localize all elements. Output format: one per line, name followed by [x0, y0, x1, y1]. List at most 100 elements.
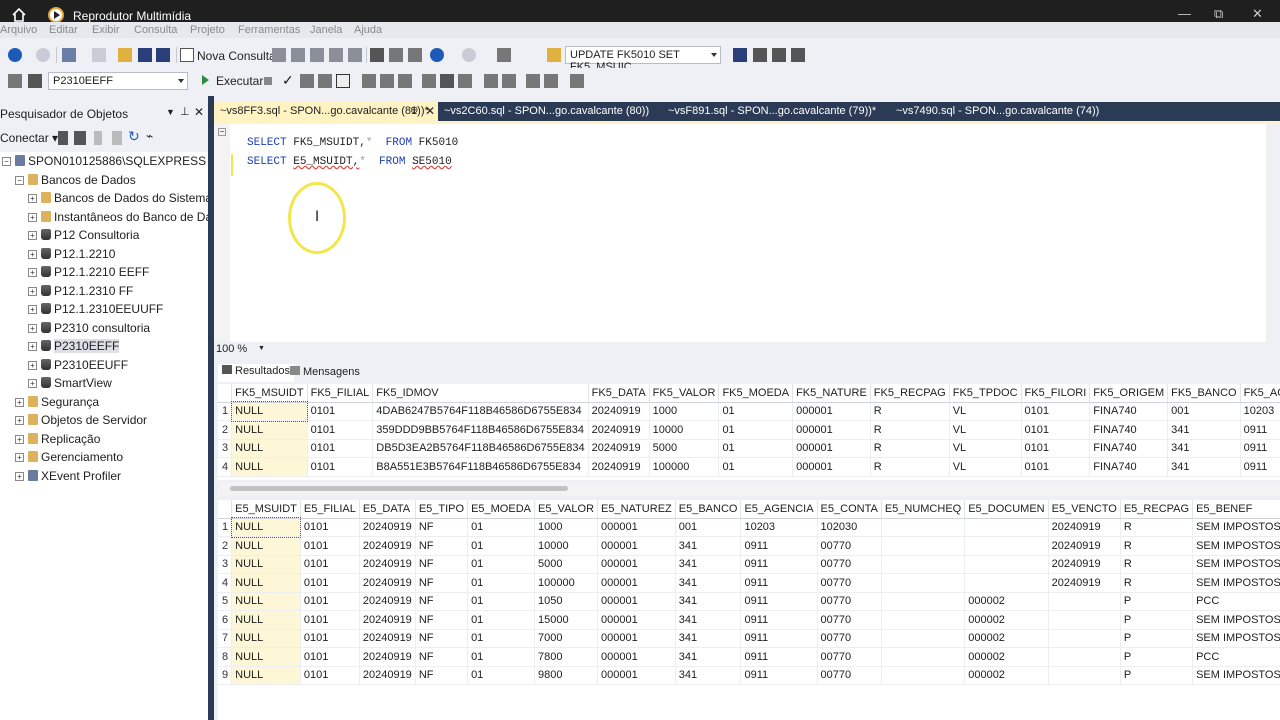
grid-cell[interactable]: 01 [467, 610, 535, 630]
grid-cell[interactable]: B8A551E3B5764F118B46586D6755E834 [372, 457, 589, 477]
copy-icon[interactable] [389, 48, 403, 62]
row-number[interactable]: 5 [218, 592, 233, 611]
tree-node[interactable]: + SmartView [28, 376, 112, 394]
grid-cell[interactable]: 0101 [300, 647, 360, 667]
expand-icon[interactable]: + [28, 268, 37, 277]
expand-icon[interactable]: + [28, 231, 37, 240]
tree-node[interactable]: + Objetos de Servidor [15, 413, 147, 431]
grid-cell[interactable]: 20240919 [359, 666, 416, 685]
actual-plan-icon[interactable] [362, 74, 376, 88]
pane-menu-icon[interactable]: ▼ [166, 107, 175, 117]
grid-cell[interactable]: 0911 [740, 666, 818, 685]
grid-cell[interactable]: 0911 [740, 592, 818, 611]
grid-cell[interactable]: 01 [467, 555, 535, 574]
grid-cell[interactable]: 000001 [792, 457, 871, 477]
grid-cell[interactable]: 7800 [534, 647, 599, 667]
grid-cell[interactable]: 00770 [817, 573, 882, 593]
grid-cell[interactable]: 00770 [817, 592, 882, 611]
grid-cell[interactable]: NULL [231, 610, 301, 630]
tree-node[interactable]: + P12.1.2310EEUUFF [28, 302, 163, 320]
grid-cell[interactable]: NULL [231, 629, 301, 648]
expand-icon[interactable]: + [28, 305, 37, 314]
table-row[interactable]: 3 NULL 0101 DB5D3EA2B5764F118B46586D6755E83… [218, 439, 1280, 458]
grid-cell[interactable]: 359DDD9BB5764F118B46586D6755E834 [372, 420, 589, 440]
grid-cell[interactable] [881, 518, 966, 537]
table-row[interactable]: 6 NULL 0101 20240919 NF 01 15000 000001 341 0911 0… [218, 610, 1280, 630]
grid-cell[interactable]: 1000 [649, 402, 720, 421]
grid-cell[interactable]: 10203 [1240, 402, 1280, 421]
grid-cell[interactable] [881, 629, 966, 648]
column-header[interactable]: E5_NATUREZ [597, 500, 676, 519]
toolbox-icon[interactable] [772, 48, 786, 62]
column-header[interactable]: FK5_TPDOC [949, 384, 1022, 403]
tree-node[interactable]: + Replicação [15, 432, 100, 450]
grid-cell[interactable]: 0101 [300, 592, 360, 611]
open-folder-icon[interactable] [118, 48, 132, 62]
tab-results[interactable]: Resultados [218, 364, 295, 382]
grid-cell[interactable]: 1050 [534, 592, 599, 611]
menu-ferramentas[interactable]: Ferramentas [238, 24, 300, 36]
change-connection-icon[interactable] [28, 74, 42, 88]
grid-cell[interactable]: 0911 [740, 573, 818, 593]
column-header[interactable]: FK5_IDMOV [372, 384, 589, 403]
tree-node[interactable]: + P12.1.2310 FF [28, 284, 133, 302]
grid-cell[interactable]: 01 [718, 420, 794, 440]
table-row[interactable]: 4 NULL 0101 B8A551E3B5764F118B46586D6755E83… [218, 457, 1280, 477]
grid-cell[interactable]: P [1120, 610, 1194, 630]
grid-cell[interactable]: 0101 [307, 457, 374, 477]
comment-icon[interactable] [484, 74, 498, 88]
grid-cell[interactable]: 20240919 [359, 518, 416, 537]
execute-icon[interactable] [202, 75, 209, 85]
close-button[interactable]: ✕ [1252, 6, 1263, 22]
grid-cell[interactable]: P [1120, 629, 1194, 648]
grid-cell[interactable]: 01 [467, 573, 535, 593]
maximize-button[interactable]: ⧉ [1214, 6, 1223, 22]
grid-cell[interactable]: 000001 [597, 518, 676, 537]
grid-cell[interactable]: 000001 [792, 402, 871, 421]
grid-cell[interactable]: 341 [1167, 420, 1241, 440]
column-header[interactable]: FK5_RECPAG [870, 384, 950, 403]
grid-cell[interactable]: 00770 [817, 629, 882, 648]
table-row[interactable]: 1 NULL 0101 20240919 NF 01 1000 000001 001 10203 1… [218, 517, 1280, 538]
grid-cell[interactable] [881, 610, 966, 630]
table-row[interactable]: 3 NULL 0101 20240919 NF 01 5000 000001 341 0911 00… [218, 555, 1280, 574]
grid-cell[interactable]: NULL [231, 592, 301, 611]
grid-cell[interactable]: 20240919 [359, 536, 416, 556]
grid-cell[interactable]: 000002 [964, 666, 1049, 685]
live-stats-icon[interactable] [380, 74, 394, 88]
grid-cell[interactable]: 01 [467, 518, 535, 537]
grid-cell[interactable]: 100000 [649, 457, 720, 477]
tree-node[interactable]: + P12 Consultoria [28, 228, 139, 246]
intellisense-icon[interactable] [336, 74, 350, 88]
grid-cell[interactable]: 10000 [649, 420, 720, 440]
execute-button[interactable]: Executar [216, 74, 263, 88]
solution-explorer-icon[interactable] [497, 48, 511, 62]
grid-cell[interactable]: 20240919 [359, 555, 416, 574]
grid-cell[interactable]: 0911 [740, 536, 818, 556]
grid-cell[interactable]: NF [415, 647, 469, 667]
column-header[interactable]: FK5_MOEDA [718, 384, 794, 403]
menu-editar[interactable]: Editar [49, 24, 78, 36]
table-row[interactable]: 5 NULL 0101 20240919 NF 01 1050 000001 341 0911 00… [218, 592, 1280, 611]
grid-cell[interactable] [1048, 629, 1121, 648]
column-header[interactable]: FK5_FILIAL [307, 384, 374, 403]
grid-cell[interactable]: 341 [675, 555, 742, 574]
expand-icon[interactable]: + [28, 194, 37, 203]
column-header[interactable]: E5_FILIAL [300, 500, 360, 519]
grid-cell[interactable]: 10000 [534, 536, 599, 556]
add-item-icon[interactable] [92, 48, 106, 62]
column-header[interactable]: E5_MOEDA [467, 500, 535, 519]
grid-cell[interactable]: SEM IMPOSTOS [1192, 629, 1280, 648]
grid-cell[interactable]: 001 [1167, 402, 1241, 421]
grid-cell[interactable]: 341 [675, 573, 742, 593]
tab-vs2c60[interactable]: ~vs2C60.sql - SPON...go.cavalcante (80)) [438, 102, 655, 122]
minimize-button[interactable]: — [1178, 6, 1191, 21]
grid-cell[interactable]: 000001 [597, 647, 676, 667]
undo-icon[interactable] [430, 48, 444, 62]
tab-messages[interactable]: Mensagens [290, 366, 360, 378]
expand-icon[interactable]: + [28, 360, 37, 370]
grid-cell[interactable]: NF [415, 555, 469, 574]
grid-cell[interactable] [964, 573, 1049, 593]
grid-cell[interactable]: NF [415, 536, 469, 556]
grid-cell[interactable]: SEM IMPOSTOS [1192, 666, 1280, 685]
